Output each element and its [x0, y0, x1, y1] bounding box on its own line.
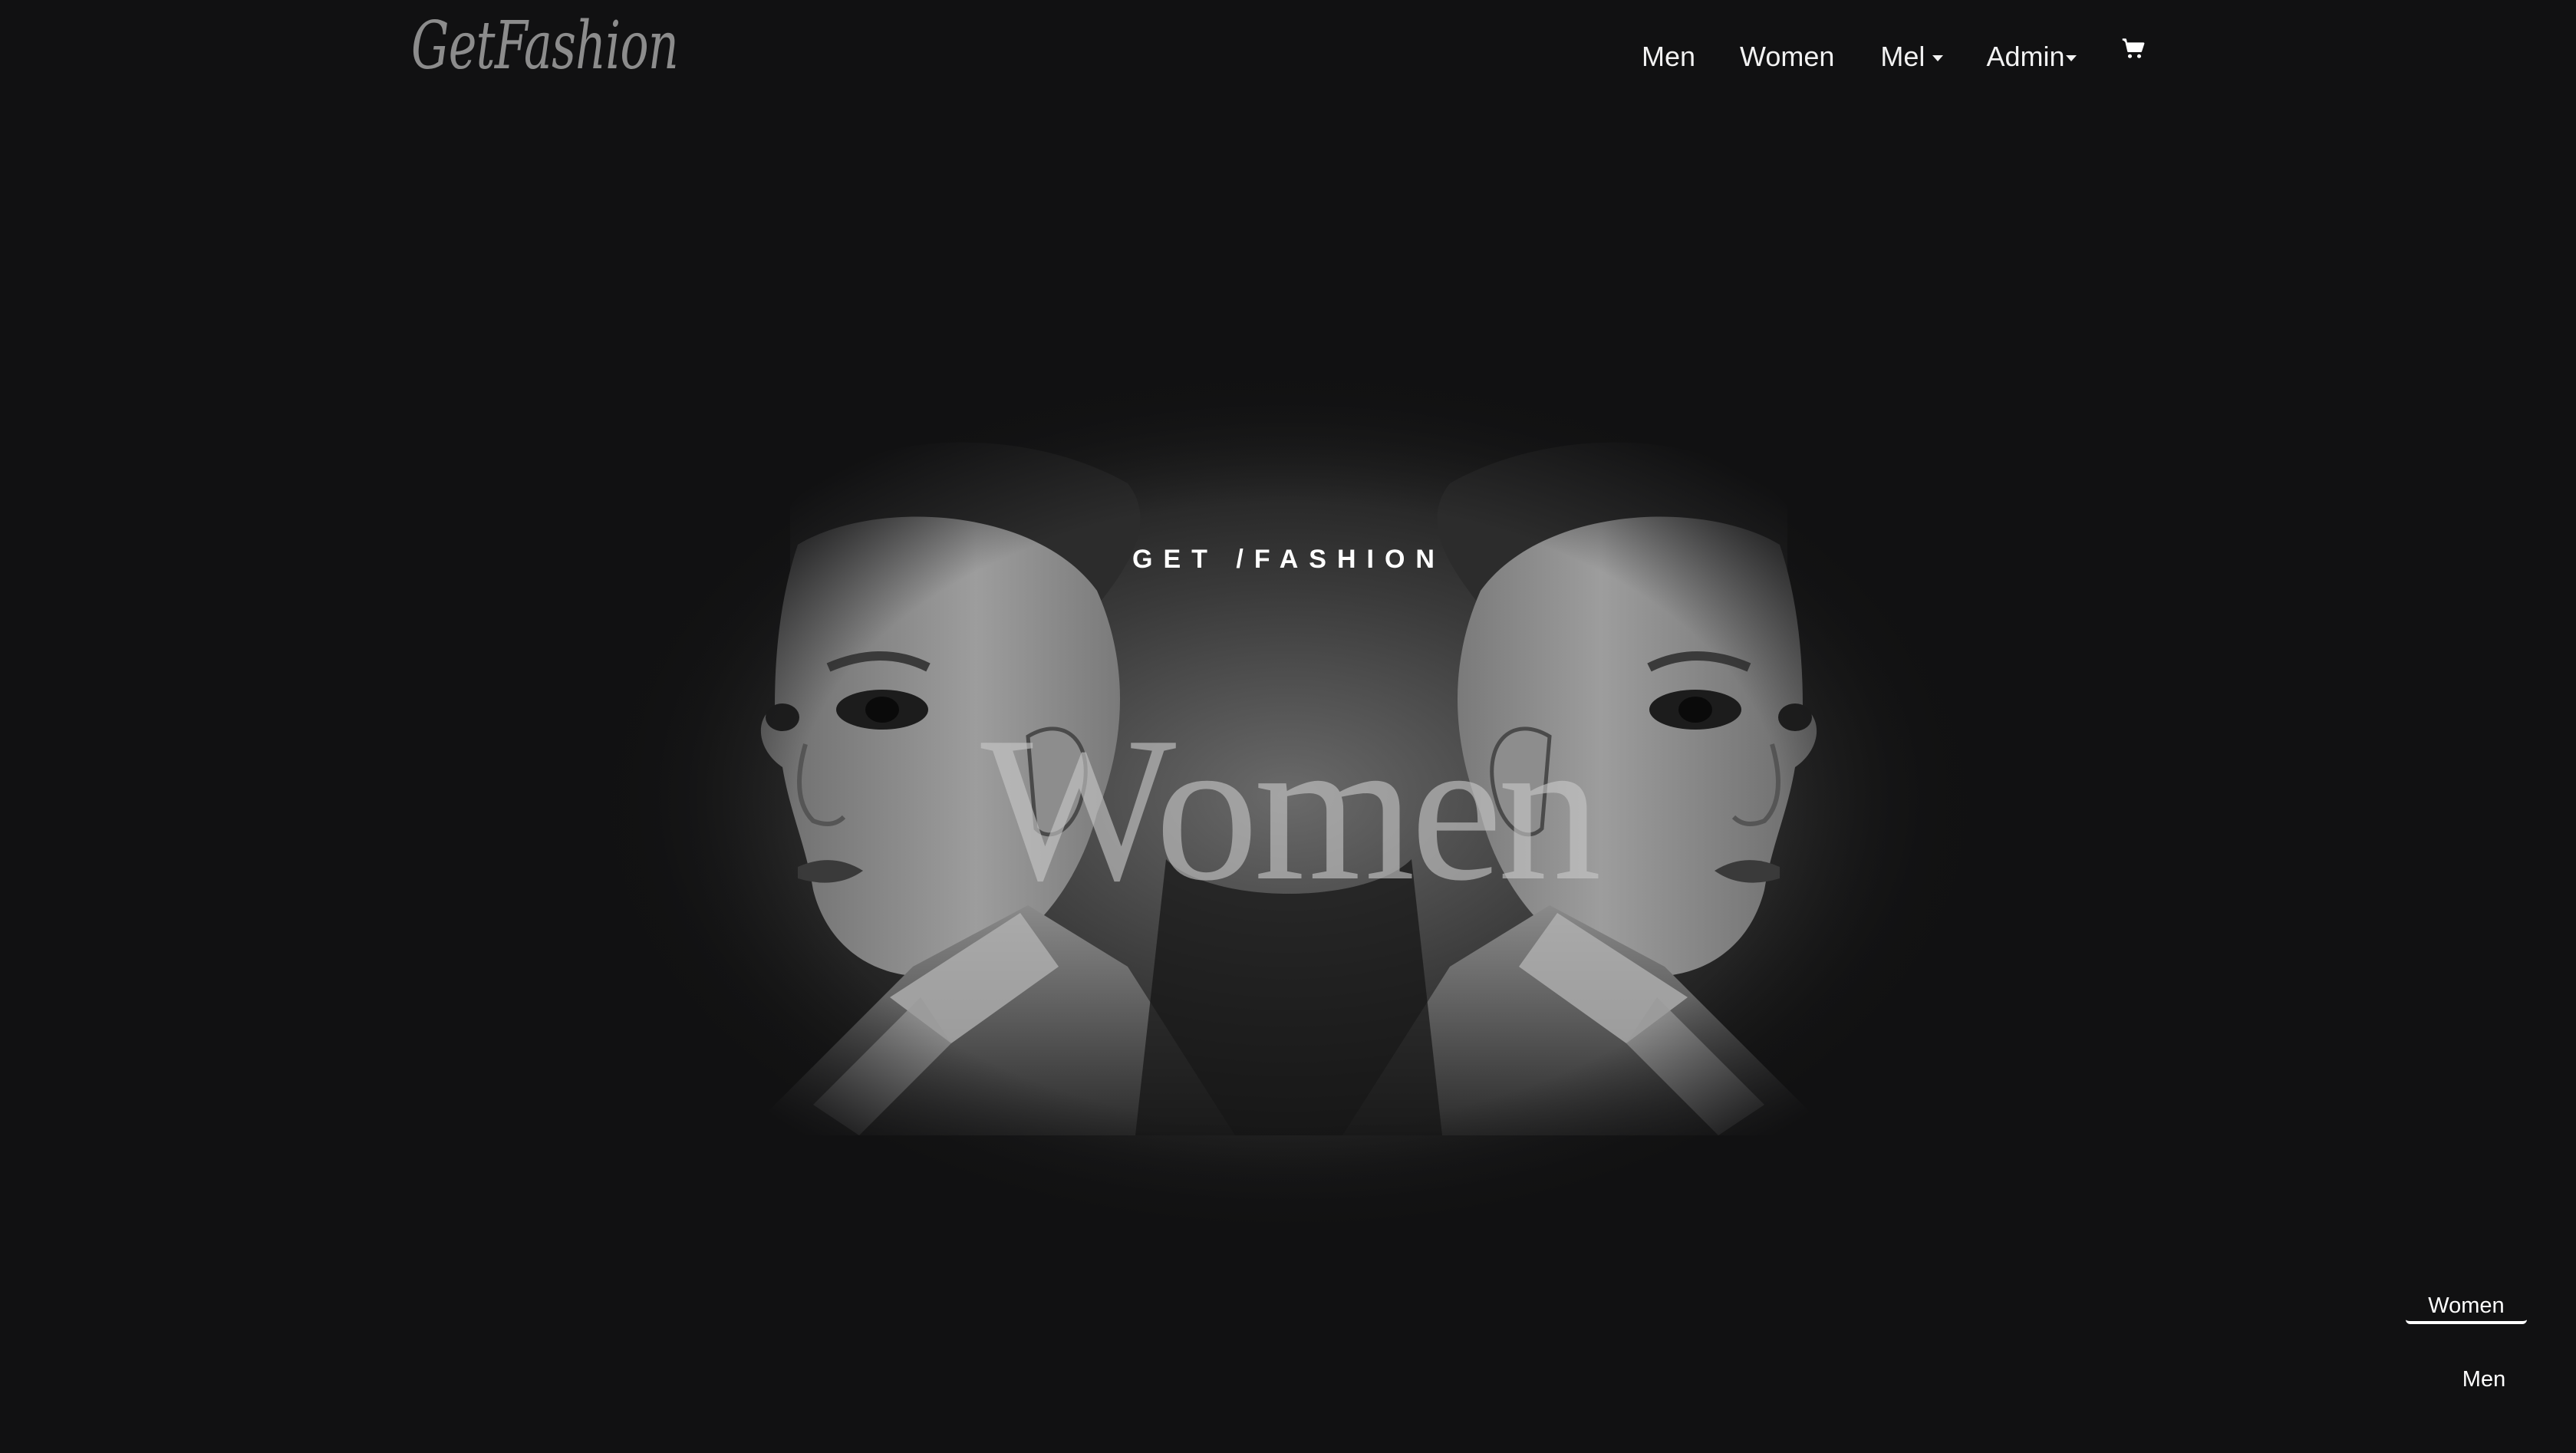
- caret-down-icon: [2066, 55, 2077, 61]
- page: GetFashion Men Women Mel Admin GET /FASH…: [0, 0, 2576, 1453]
- shopping-cart-icon: [2123, 38, 2145, 58]
- section-tabs: Women Men: [2406, 1277, 2527, 1392]
- hero-kicker: GET /FASHION: [1132, 545, 1445, 574]
- nav-women-label: Women: [1740, 41, 1835, 72]
- nav-user-dropdown[interactable]: Mel: [1880, 41, 1944, 73]
- hero-banner: GET /FASHION Women: [583, 368, 1995, 1258]
- hero-title: Women: [980, 694, 1601, 924]
- cart-button[interactable]: [2120, 38, 2147, 64]
- caret-down-icon: [1932, 55, 1944, 61]
- tab-men[interactable]: Men: [2406, 1367, 2527, 1392]
- navbar: GetFashion Men Women Mel Admin: [0, 0, 2576, 115]
- brand-logo[interactable]: GetFashion: [411, 8, 679, 84]
- nav-men-label: Men: [1642, 41, 1696, 72]
- nav-admin-dropdown[interactable]: Admin: [1986, 41, 2077, 73]
- nav-user-label: Mel: [1880, 41, 1925, 72]
- nav-men-link[interactable]: Men: [1642, 41, 1695, 73]
- nav-admin-label: Admin: [1986, 41, 2065, 72]
- nav-links: Men Women Mel Admin: [1642, 35, 2147, 78]
- nav-women-link[interactable]: Women: [1740, 41, 1834, 73]
- tab-women[interactable]: Women: [2406, 1277, 2527, 1324]
